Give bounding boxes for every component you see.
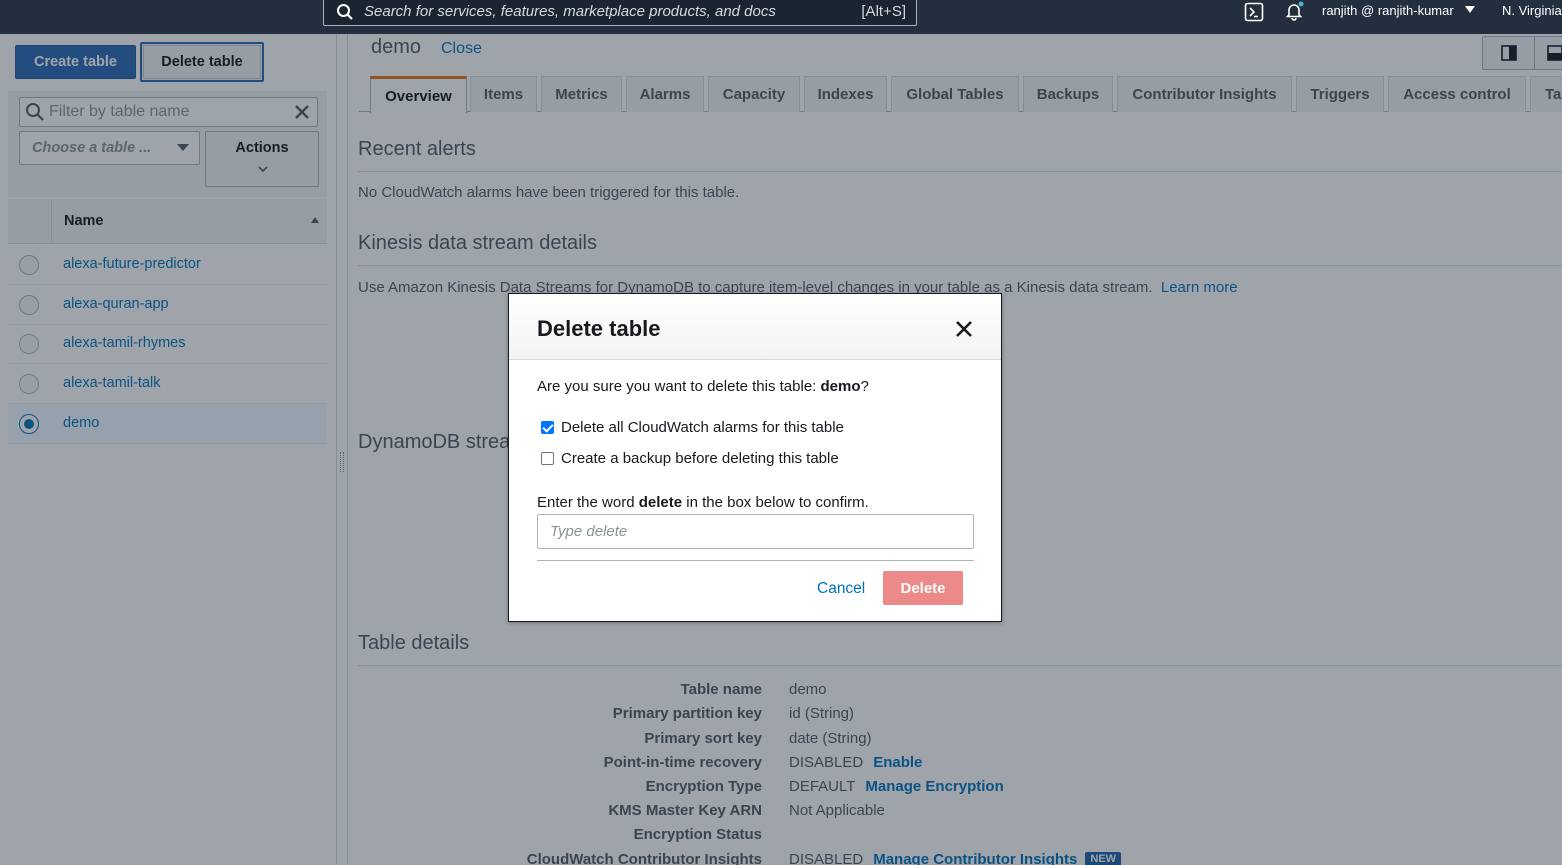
top-navigation: Search for services, features, marketpla… (0, 0, 1562, 34)
dialog-title: Delete table (537, 316, 661, 341)
bell-icon[interactable] (1284, 1, 1304, 21)
dialog-header: Delete table (509, 294, 1001, 360)
delete-alarms-label: Delete all CloudWatch alarms for this ta… (561, 419, 844, 436)
global-search-input[interactable]: Search for services, features, marketpla… (323, 0, 917, 26)
question-table-name: demo (820, 378, 861, 395)
create-backup-option[interactable]: Create a backup before deleting this tab… (541, 450, 839, 467)
search-shortcut: [Alt+S] (861, 3, 906, 20)
delete-table-dialog: Delete table Are you sure you want to de… (508, 293, 1002, 622)
region-selector[interactable]: N. Virginia (1502, 3, 1562, 18)
confirm-instruction: Enter the word delete in the box below t… (537, 494, 869, 511)
confirm-prefix: Enter the word (537, 494, 639, 511)
delete-alarms-option[interactable]: Delete all CloudWatch alarms for this ta… (541, 419, 844, 436)
question-text: Are you sure you want to delete this tab… (537, 378, 821, 395)
cloudshell-icon[interactable] (1244, 2, 1264, 22)
confirm-delete-button[interactable]: Delete (883, 571, 963, 605)
confirm-word: delete (638, 494, 683, 511)
caret-down-icon[interactable] (1465, 6, 1475, 14)
dialog-divider (537, 560, 974, 561)
search-placeholder: Search for services, features, marketpla… (364, 3, 776, 20)
create-backup-checkbox[interactable] (541, 452, 554, 465)
question-suffix: ? (860, 378, 869, 395)
confirm-suffix: in the box below to confirm. (682, 494, 869, 511)
create-backup-label: Create a backup before deleting this tab… (561, 450, 839, 467)
delete-alarms-checkbox[interactable] (541, 421, 554, 434)
cancel-button[interactable]: Cancel (817, 580, 865, 598)
close-icon[interactable] (955, 320, 973, 338)
search-icon (337, 4, 353, 20)
confirm-delete-input[interactable] (537, 514, 974, 549)
account-menu[interactable]: ranjith @ ranjith-kumar (1322, 3, 1454, 18)
delete-question: Are you sure you want to delete this tab… (537, 378, 869, 395)
